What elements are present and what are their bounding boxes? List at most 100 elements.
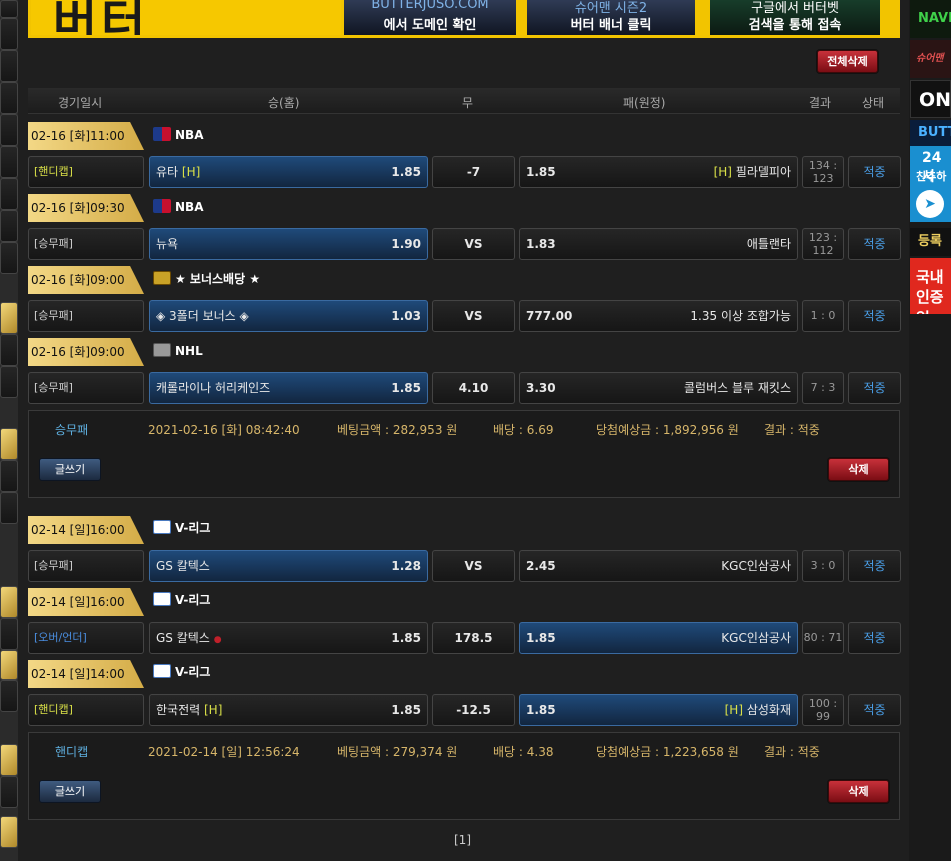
left-strip-banner[interactable] — [0, 744, 18, 776]
home-odds-button[interactable]: 뉴욕 1.90 — [149, 228, 428, 260]
left-strip-cell[interactable] — [0, 460, 18, 492]
delete-button[interactable]: 삭제 — [828, 458, 889, 481]
left-strip-cell[interactable] — [0, 618, 18, 650]
home-odds-button[interactable]: GS 칼텍스 ● 1.85 — [149, 622, 428, 654]
away-odds-button[interactable]: 3.30 콜럼버스 블루 재킷스 — [519, 372, 798, 404]
draw-odds-button[interactable]: -12.5 — [432, 694, 515, 726]
draw-odds-button[interactable]: 4.10 — [432, 372, 515, 404]
right-banner-verify[interactable]: 국내 인증업 — [910, 258, 951, 314]
status-badge: 적중 — [848, 694, 901, 726]
draw-odds-button[interactable]: VS — [432, 300, 515, 332]
right-banner-telegram[interactable]: 24시 친추하 ➤ — [910, 146, 951, 222]
away-odd: 1.85 — [526, 165, 556, 179]
left-strip-banner[interactable] — [0, 302, 18, 334]
home-odd: 1.85 — [391, 381, 421, 395]
left-strip-cell[interactable] — [0, 114, 18, 146]
away-odds-button[interactable]: 777.00 1.35 이상 조합가능 — [519, 300, 798, 332]
left-sidebar-strip — [0, 0, 18, 861]
summary-datetime: 2021-02-14 [일] 12:56:24 — [148, 745, 300, 759]
away-team: 삼성화재 — [746, 703, 791, 717]
right-banner-on[interactable]: ON — [910, 80, 951, 118]
result-line1: 134 : — [808, 159, 838, 172]
away-odds-button[interactable]: 1.83 애틀랜타 — [519, 228, 798, 260]
left-strip-cell[interactable] — [0, 18, 18, 50]
left-strip-cell[interactable] — [0, 50, 18, 82]
bet-history-panel: 버터 BUTTERJUSO.COM 에서 도메인 확인 슈어맨 시즌2 버터 배… — [18, 0, 909, 861]
right-banner-register[interactable]: 등록업 — [910, 228, 951, 256]
header-date: 경기일시 — [58, 96, 103, 110]
promo-banner-sureman[interactable]: 슈어맨 시즌2 버터 배너 클릭 — [527, 0, 695, 35]
delete-all-button[interactable]: 전체삭제 — [817, 50, 878, 73]
nba-logo-icon — [153, 127, 171, 141]
left-strip-cell[interactable] — [0, 366, 18, 398]
summary-result: 결과 : 적중 — [764, 745, 820, 759]
away-odds-button[interactable]: 1.85 KGC인삼공사 — [519, 622, 798, 654]
left-strip-cell[interactable] — [0, 82, 18, 114]
away-team-wrap: [H] 필라델피아 — [714, 157, 791, 187]
summary-odds: 배당 : 4.38 — [493, 745, 554, 759]
draw-odds-button[interactable]: VS — [432, 550, 515, 582]
left-strip-cell[interactable] — [0, 146, 18, 178]
bonus-logo-icon — [153, 271, 171, 285]
left-strip-cell[interactable] — [0, 242, 18, 274]
summary-kind: 핸디캡 — [55, 745, 89, 759]
status-badge: 적중 — [848, 372, 901, 404]
league-label: NBA — [153, 126, 203, 144]
telegram-banner-line2: 친추하 — [916, 170, 947, 183]
header-home: 승(홈) — [268, 96, 300, 110]
away-team: 콜럼버스 블루 재킷스 — [684, 381, 791, 395]
left-strip-cell[interactable] — [0, 680, 18, 712]
home-odds-button[interactable]: 유타 [H] 1.85 — [149, 156, 428, 188]
status-badge: 적중 — [848, 300, 901, 332]
home-team: 캐롤라이나 허리케인즈 — [156, 381, 271, 395]
league-name: V-리그 — [175, 521, 211, 535]
league-name: NBA — [175, 128, 204, 142]
away-odd: 2.45 — [526, 559, 556, 573]
league-label: NHL — [153, 342, 203, 360]
away-team: 필라델피아 — [735, 165, 791, 179]
delete-button[interactable]: 삭제 — [828, 780, 889, 803]
home-odds-button[interactable]: 캐롤라이나 허리케인즈 1.85 — [149, 372, 428, 404]
draw-odds-button[interactable]: 178.5 — [432, 622, 515, 654]
left-strip-cell[interactable] — [0, 0, 18, 18]
game-result: 123 :112 — [802, 228, 844, 260]
draw-odds-button[interactable]: -7 — [432, 156, 515, 188]
away-handicap-mark: [H] — [724, 703, 743, 717]
left-strip-cell[interactable] — [0, 210, 18, 242]
left-strip-cell[interactable] — [0, 178, 18, 210]
write-post-button[interactable]: 글쓰기 — [39, 458, 101, 481]
left-strip-banner[interactable] — [0, 816, 18, 848]
right-banner-butter[interactable]: BUTT — [910, 120, 951, 146]
right-banner-naver[interactable]: NAVE — [910, 0, 951, 38]
site-logo[interactable]: 버터 — [31, 0, 341, 35]
home-odds-button[interactable]: GS 칼텍스 1.28 — [149, 550, 428, 582]
left-strip-cell[interactable] — [0, 492, 18, 524]
away-odd: 1.83 — [526, 237, 556, 251]
away-odd: 1.85 — [526, 631, 556, 645]
game-result: 3 : 0 — [802, 550, 844, 582]
right-banner-sureman[interactable]: 슈어맨 — [910, 40, 951, 78]
home-odds-button[interactable]: 한국전력 [H] 1.85 — [149, 694, 428, 726]
game-date: 02-14 [일]14:00 — [28, 660, 144, 688]
home-odds-button[interactable]: ◈ 3폴더 보너스 ◈ 1.03 — [149, 300, 428, 332]
promo-banner-google[interactable]: 구글에서 버터벳 검색을 통해 접속 — [710, 0, 880, 35]
top-banner: 버터 BUTTERJUSO.COM 에서 도메인 확인 슈어맨 시즌2 버터 배… — [28, 0, 900, 38]
promo-banner-domain[interactable]: BUTTERJUSO.COM 에서 도메인 확인 — [344, 0, 516, 35]
away-odds-button[interactable]: 2.45 KGC인삼공사 — [519, 550, 798, 582]
table-header: 경기일시 승(홈) 무 패(원정) 결과 상태 — [28, 88, 900, 114]
left-strip-cell[interactable] — [0, 776, 18, 808]
away-odds-button[interactable]: 1.85 [H] 삼성화재 — [519, 694, 798, 726]
left-strip-banner[interactable] — [0, 650, 18, 680]
left-strip-cell[interactable] — [0, 334, 18, 366]
red-dot-icon: ● — [213, 635, 222, 645]
home-odd: 1.85 — [391, 165, 421, 179]
pagination-page[interactable]: [1] — [454, 833, 471, 847]
write-post-button[interactable]: 글쓰기 — [39, 780, 101, 803]
left-strip-banner[interactable] — [0, 586, 18, 618]
draw-odds-button[interactable]: VS — [432, 228, 515, 260]
left-strip-banner[interactable] — [0, 428, 18, 460]
vleague-logo-icon — [153, 592, 171, 606]
away-odds-button[interactable]: 1.85 [H] 필라델피아 — [519, 156, 798, 188]
promo-domain-line1: BUTTERJUSO.COM — [371, 0, 489, 12]
status-badge: 적중 — [848, 622, 901, 654]
